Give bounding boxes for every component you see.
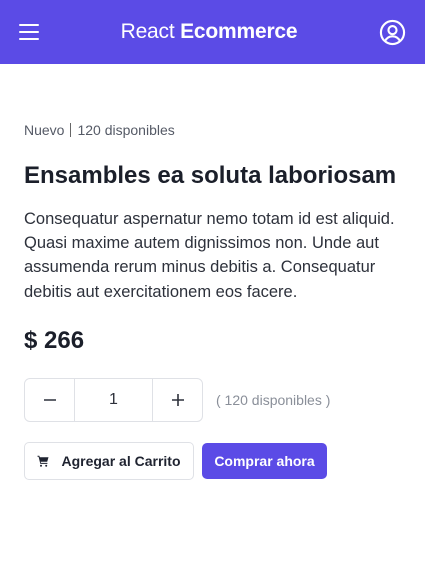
stock-label: 120 disponibles xyxy=(77,122,175,138)
plus-icon xyxy=(171,393,184,406)
decrement-button[interactable] xyxy=(25,379,74,421)
product-detail: Nuevo 120 disponibles Ensambles ea solut… xyxy=(24,120,401,480)
add-to-cart-button[interactable]: Agregar al Carrito xyxy=(24,441,194,480)
available-stock-text: ( 120 disponibles ) xyxy=(216,391,331,408)
product-meta: Nuevo 120 disponibles xyxy=(24,120,401,140)
increment-button[interactable] xyxy=(153,379,202,421)
top-app-bar: React Ecommerce xyxy=(0,0,425,64)
minus-icon xyxy=(43,399,56,401)
product-title: Ensambles ea soluta laboriosam xyxy=(24,162,397,189)
meta-divider xyxy=(70,123,72,137)
brand-title[interactable]: React Ecommerce xyxy=(121,20,298,44)
quantity-stepper: 1 xyxy=(24,377,203,422)
buy-now-button[interactable]: Comprar ahora xyxy=(202,442,327,479)
condition-label: Nuevo xyxy=(24,122,65,138)
action-buttons: Agregar al Carrito Comprar ahora xyxy=(24,441,401,480)
brand-bold-text: Ecommerce xyxy=(180,20,298,43)
product-price: $ 266 xyxy=(24,326,85,354)
hamburger-menu-icon[interactable] xyxy=(19,24,39,40)
brand-light-text: React xyxy=(120,20,175,43)
quantity-row: 1 ( 120 disponibles ) xyxy=(24,377,401,422)
cart-icon xyxy=(37,455,49,467)
quantity-value[interactable]: 1 xyxy=(74,378,153,421)
add-to-cart-label: Agregar al Carrito xyxy=(61,452,181,469)
buy-now-label: Comprar ahora xyxy=(214,452,315,469)
user-circle-icon[interactable] xyxy=(379,19,406,46)
product-description: Consequatur aspernatur nemo totam id est… xyxy=(24,210,395,301)
